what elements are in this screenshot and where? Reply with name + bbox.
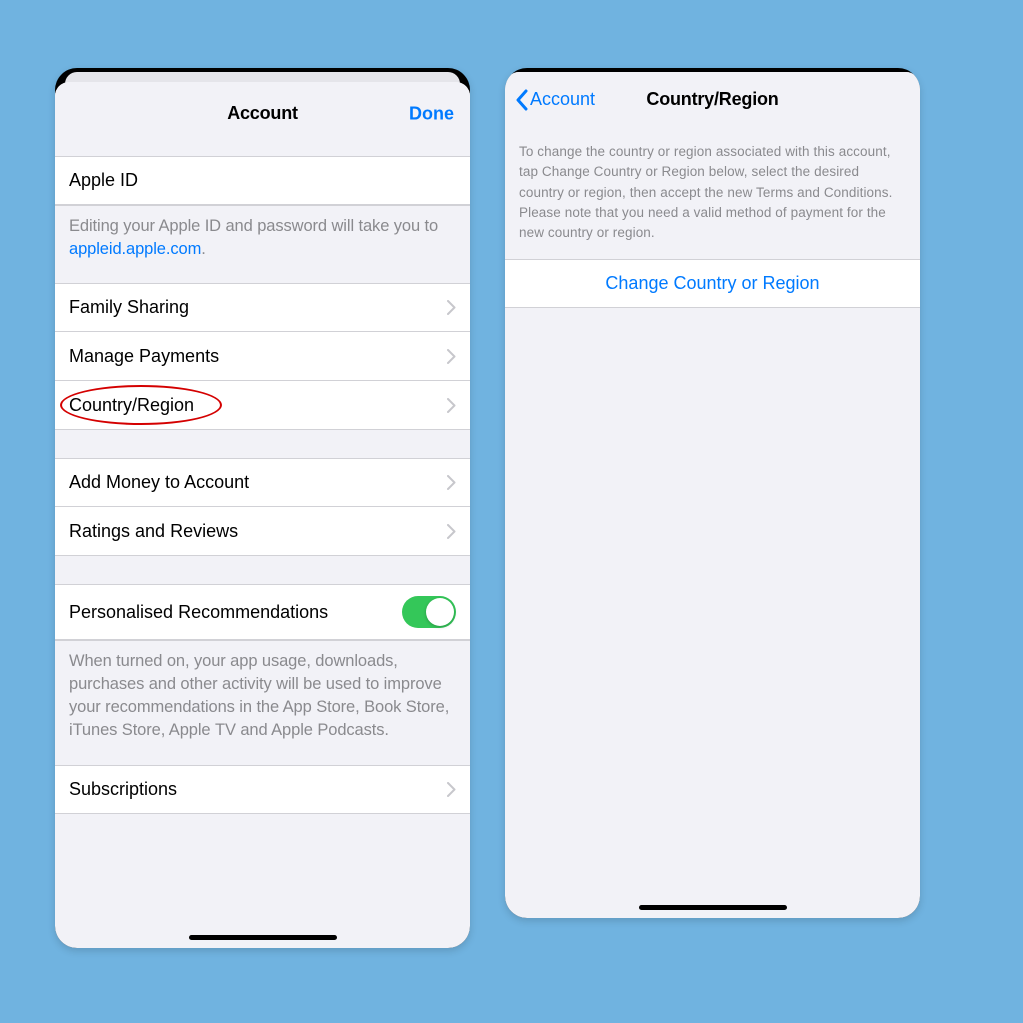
row-country-region[interactable]: Country/Region [55,381,470,430]
row-subscriptions[interactable]: Subscriptions [55,765,470,814]
row-label: Country/Region [69,395,447,416]
chevron-right-icon [447,524,456,539]
group-subscriptions: Subscriptions [55,765,470,814]
page-title: Country/Region [646,89,778,110]
apple-id-footer: Editing your Apple ID and password will … [55,205,470,273]
row-label: Ratings and Reviews [69,521,447,542]
row-apple-id[interactable]: Apple ID [55,156,470,205]
row-recommendations: Personalised Recommendations [55,584,470,640]
sheet-header: Account Done [55,82,470,146]
row-manage-payments[interactable]: Manage Payments [55,332,470,381]
group-change-country: Change Country or Region [505,259,920,308]
text: . [201,240,205,258]
home-indicator [639,905,787,910]
chevron-right-icon [447,475,456,490]
sheet-header: Account Country/Region [505,72,920,128]
row-label: Personalised Recommendations [69,602,402,623]
page-title: Account [227,103,298,124]
group-recommendations: Personalised Recommendations When turned… [55,584,470,754]
row-change-country[interactable]: Change Country or Region [505,259,920,308]
group-apple-id: Apple ID Editing your Apple ID and passw… [55,156,470,273]
apple-id-link[interactable]: appleid.apple.com [69,240,201,258]
group-settings-1: Family Sharing Manage Payments Country/R… [55,283,470,430]
chevron-left-icon [515,89,528,111]
toggle-knob [426,598,454,626]
row-ratings-reviews[interactable]: Ratings and Reviews [55,507,470,556]
recommendations-footer: When turned on, your app usage, download… [55,640,470,754]
row-label: Apple ID [69,170,456,191]
phone-right: Account Country/Region To change the cou… [505,68,920,918]
change-country-label: Change Country or Region [519,273,906,294]
row-add-money[interactable]: Add Money to Account [55,458,470,507]
recommendations-toggle[interactable] [402,596,456,628]
text: Editing your Apple ID and password will … [69,217,438,235]
chevron-right-icon [447,300,456,315]
home-indicator [189,935,337,940]
chevron-right-icon [447,349,456,364]
back-button[interactable]: Account [515,89,595,111]
chevron-right-icon [447,398,456,413]
done-button[interactable]: Done [409,103,454,124]
row-label: Family Sharing [69,297,447,318]
country-region-info: To change the country or region associat… [505,128,920,259]
row-label: Subscriptions [69,779,447,800]
row-label: Add Money to Account [69,472,447,493]
row-family-sharing[interactable]: Family Sharing [55,283,470,332]
country-region-sheet: Account Country/Region To change the cou… [505,72,920,918]
back-label: Account [530,89,595,110]
account-sheet: Account Done Apple ID Editing your Apple… [55,82,470,948]
row-label: Manage Payments [69,346,447,367]
phone-left: Account Done Apple ID Editing your Apple… [55,68,470,948]
group-settings-2: Add Money to Account Ratings and Reviews [55,458,470,556]
chevron-right-icon [447,782,456,797]
